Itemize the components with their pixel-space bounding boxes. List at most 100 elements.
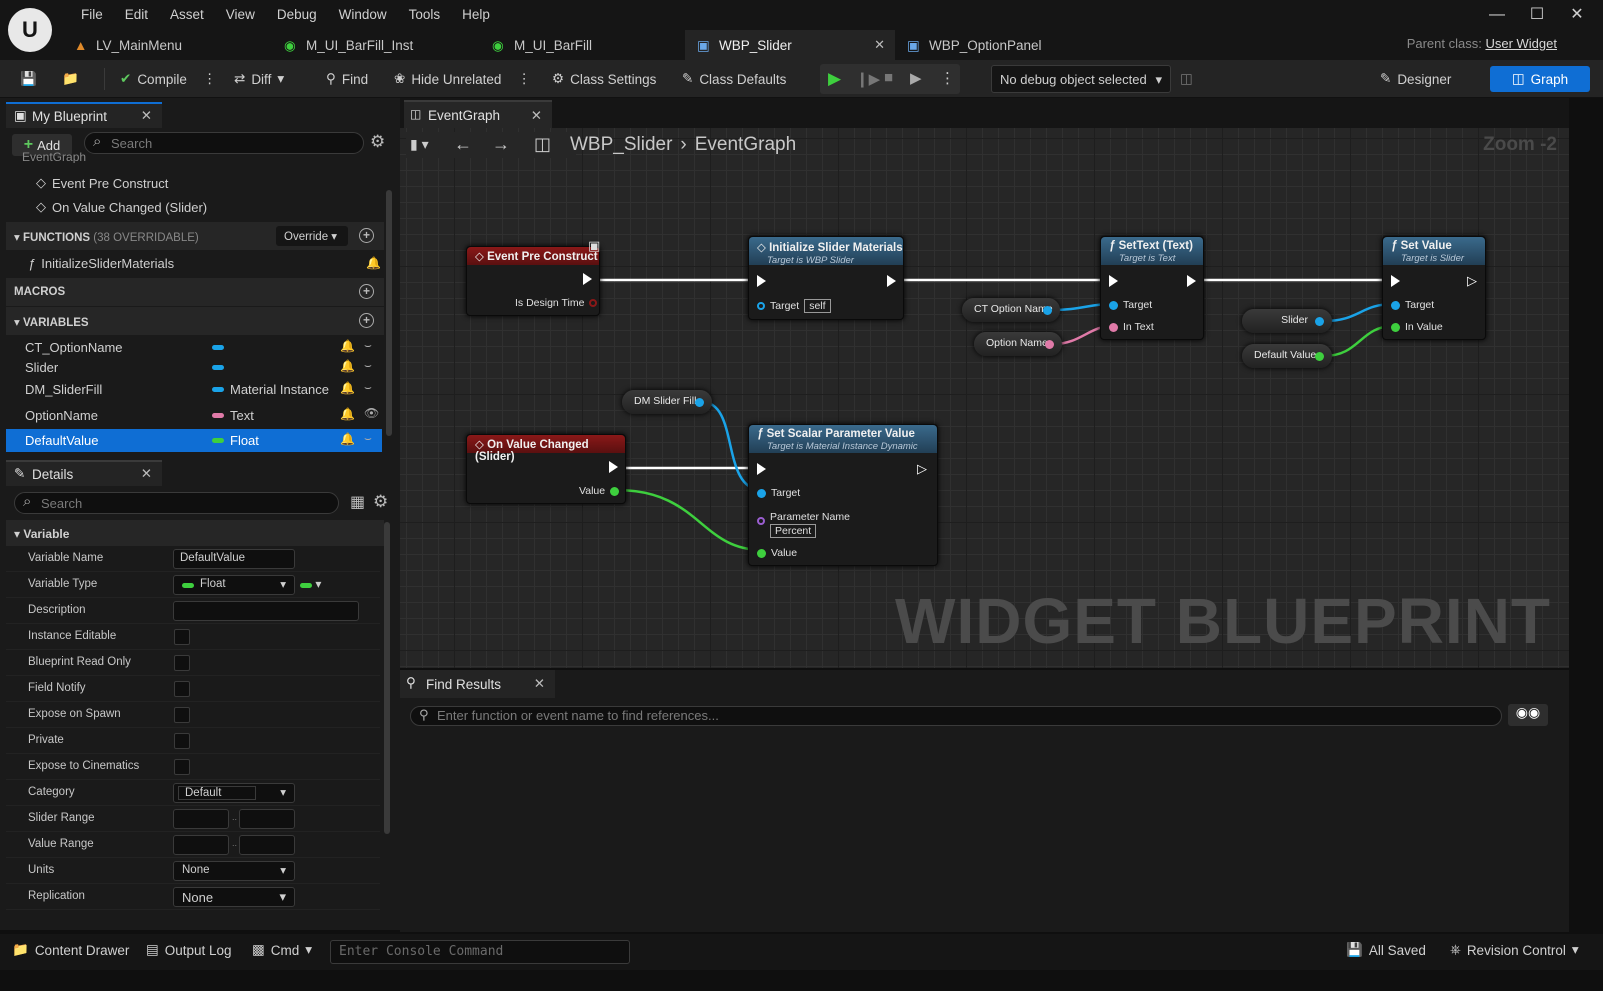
replication-dropdown[interactable]: None ▾: [173, 887, 295, 907]
close-icon[interactable]: ✕: [141, 466, 152, 482]
eventgraph-tree-item[interactable]: EventGraph: [22, 151, 86, 163]
tab-find-results[interactable]: ⚲ Find Results ✕: [400, 670, 555, 698]
bell-icon[interactable]: 🔔: [366, 256, 381, 270]
bell-icon[interactable]: 🔔: [340, 381, 355, 395]
content-drawer-button[interactable]: 📁 Content Drawer: [12, 942, 129, 958]
menu-view[interactable]: View: [215, 6, 266, 24]
gear-icon[interactable]: ⚙: [370, 132, 385, 152]
save-icon[interactable]: 💾: [20, 66, 37, 92]
target-pin[interactable]: Target: [1109, 299, 1152, 311]
slider-range-min-input[interactable]: [173, 809, 229, 829]
target-pin[interactable]: Target: [757, 487, 800, 499]
play-icon[interactable]: ▶: [828, 69, 841, 89]
revision-control-button[interactable]: ⎈ Revision Control ▾: [1450, 942, 1579, 958]
class-settings-button[interactable]: ⚙ Class Settings: [552, 66, 656, 92]
description-input[interactable]: [173, 601, 359, 621]
all-saved-button[interactable]: 💾 All Saved: [1346, 942, 1426, 958]
expose-to-cinematics-checkbox[interactable]: [174, 759, 190, 775]
field-notify-checkbox[interactable]: [174, 681, 190, 697]
hide-unrelated-button[interactable]: ❀ Hide Unrelated ⋮: [394, 66, 531, 92]
bell-icon[interactable]: 🔔: [340, 339, 355, 353]
menu-debug[interactable]: Debug: [266, 6, 328, 24]
tab-details[interactable]: ✎ Details ✕: [6, 460, 162, 486]
output-log-button[interactable]: ▤ Output Log: [146, 942, 232, 958]
target-pin[interactable]: Target self: [757, 299, 831, 313]
unreal-logo-icon[interactable]: U: [8, 8, 52, 52]
parameter-name-pin[interactable]: Parameter Name Percent: [757, 511, 850, 538]
visibility-eye-icon[interactable]: ⌣: [364, 431, 372, 446]
get-option-name[interactable]: Option Name: [974, 332, 1062, 356]
console-command-input[interactable]: Enter Console Command: [330, 940, 630, 964]
scrollbar[interactable]: [386, 190, 392, 436]
close-window-icon[interactable]: ✕: [1558, 4, 1596, 26]
step-icon[interactable]: ❙▶: [856, 70, 880, 88]
compile-button[interactable]: ✔ Compile ⋮: [120, 66, 216, 92]
container-type-dropdown[interactable]: ▾: [300, 577, 330, 593]
exec-in-pin[interactable]: [1391, 275, 1400, 290]
variable-section[interactable]: ▾ Variable: [6, 520, 384, 546]
variable-item[interactable]: OptionName Text 🔔 👁: [6, 404, 382, 427]
parent-class-link[interactable]: User Widget: [1485, 36, 1557, 51]
menu-window[interactable]: Window: [328, 6, 398, 24]
exec-in-pin[interactable]: [1109, 275, 1118, 290]
variable-item[interactable]: Slider 🔔 ⌣: [6, 356, 382, 379]
functions-section[interactable]: ▾ FUNCTIONS (38 OVERRIDABLE) Override ▾ …: [6, 222, 384, 250]
value-pin[interactable]: Value: [757, 547, 797, 559]
exec-out-pin[interactable]: [609, 461, 618, 476]
hide-options-icon[interactable]: ⋮: [517, 71, 531, 87]
blueprint-read-only-checkbox[interactable]: [174, 655, 190, 671]
is-design-time-pin[interactable]: Is Design Time: [515, 297, 598, 309]
override-dropdown[interactable]: Override ▾: [276, 226, 348, 246]
visibility-eye-icon[interactable]: ⌣: [364, 380, 372, 395]
maximize-icon[interactable]: ☐: [1518, 4, 1556, 26]
function-initialize-slider-materials[interactable]: ƒ InitializeSliderMaterials: [28, 256, 174, 271]
target-pin[interactable]: Target: [1391, 299, 1434, 311]
value-pin[interactable]: Value: [579, 485, 620, 497]
node-settext[interactable]: ƒ SetText (Text) Target is Text Target I…: [1100, 236, 1204, 340]
category-dropdown[interactable]: Default ▾: [173, 783, 295, 803]
exec-in-pin[interactable]: [757, 463, 766, 478]
add-macro-icon[interactable]: +: [359, 284, 374, 299]
gear-icon[interactable]: ⚙: [373, 492, 388, 512]
variable-item[interactable]: DefaultValue Float 🔔 ⌣: [6, 429, 382, 452]
macros-section[interactable]: MACROS +: [6, 278, 384, 306]
exec-out-pin[interactable]: [887, 275, 896, 290]
event-graph-canvas[interactable]: ◫ EventGraph ✕ ▮ ▾ ← → ◫ WBP_Slider › Ev…: [400, 98, 1569, 668]
menu-edit[interactable]: Edit: [114, 6, 159, 24]
in-text-pin[interactable]: In Text: [1109, 321, 1154, 333]
designer-button[interactable]: ✎ Designer: [1380, 66, 1451, 92]
tab-my-blueprint[interactable]: ▣ My Blueprint ✕: [6, 102, 162, 128]
details-search[interactable]: Search: [14, 492, 339, 514]
node-on-value-changed[interactable]: ◇ On Value Changed (Slider) Value: [466, 434, 626, 504]
menu-tools[interactable]: Tools: [398, 6, 452, 24]
my-blueprint-search[interactable]: Search: [84, 132, 364, 154]
close-tab-icon[interactable]: ✕: [874, 37, 885, 53]
expose-on-spawn-checkbox[interactable]: [174, 707, 190, 723]
variable-item[interactable]: DM_SliderFill Material Instance 🔔 ⌣: [6, 378, 382, 401]
tab-m-ui-barfill[interactable]: ◉ M_UI_BarFill: [480, 30, 685, 60]
node-event-pre-construct[interactable]: ◇ Event Pre Construct Is Design Time: [466, 246, 600, 316]
binoculars-icon[interactable]: ◉◉: [1508, 704, 1548, 726]
get-slider[interactable]: Slider: [1242, 309, 1332, 333]
variables-section[interactable]: ▾ VARIABLES +: [6, 307, 384, 335]
scrollbar[interactable]: [384, 522, 390, 834]
exec-out-pin[interactable]: [583, 273, 592, 288]
exec-out-pin[interactable]: ▷: [1467, 273, 1477, 289]
minimize-icon[interactable]: —: [1478, 4, 1516, 26]
stop-icon[interactable]: ■: [884, 69, 893, 86]
exec-in-pin[interactable]: [757, 275, 766, 290]
node-set-scalar-parameter-value[interactable]: ƒ Set Scalar Parameter Value Target is M…: [748, 424, 938, 566]
get-dm-slider-fill[interactable]: DM Slider Fill: [622, 390, 712, 414]
parameter-name-input[interactable]: Percent: [770, 524, 816, 538]
close-icon[interactable]: ✕: [141, 108, 152, 124]
bell-icon[interactable]: 🔔: [340, 432, 355, 446]
node-initialize-slider-materials[interactable]: ◇ Initialize Slider Materials Target is …: [748, 236, 904, 320]
tab-m-ui-barfill-inst[interactable]: ◉ M_UI_BarFill_Inst: [272, 30, 480, 60]
variable-type-dropdown[interactable]: Float ▾: [173, 575, 295, 595]
graph-button[interactable]: ◫ Graph: [1490, 66, 1590, 92]
play-options-icon[interactable]: ⋮: [940, 69, 955, 87]
exec-out-pin[interactable]: ▷: [917, 461, 927, 477]
tab-wbp-slider[interactable]: ▣ WBP_Slider ✕: [685, 30, 895, 60]
cmd-dropdown[interactable]: ▩ Cmd ▾: [252, 942, 312, 958]
menu-help[interactable]: Help: [451, 6, 501, 24]
